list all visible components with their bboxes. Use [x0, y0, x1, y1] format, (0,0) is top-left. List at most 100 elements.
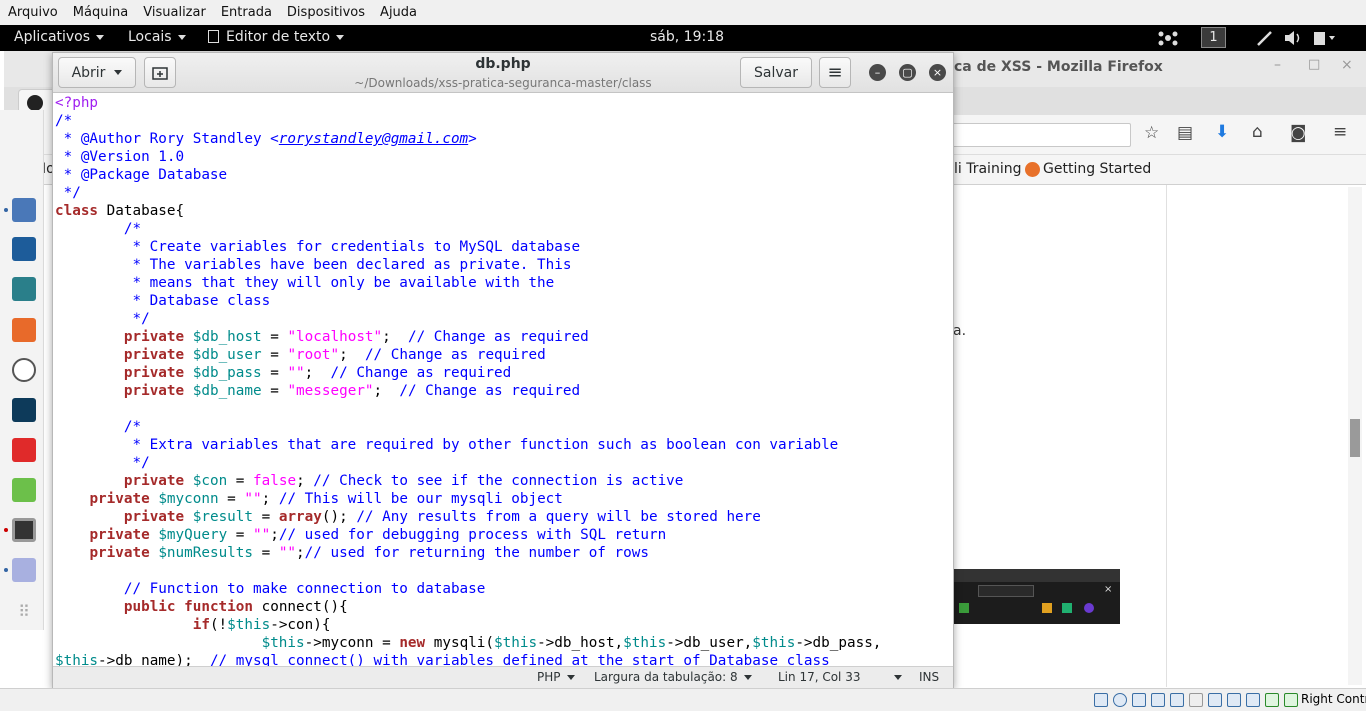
new-document-icon	[152, 66, 168, 80]
document-title: db.php	[475, 56, 531, 72]
show-apps-icon[interactable]: ⠿	[12, 600, 36, 624]
code-line: if(!$this->con){	[192, 617, 331, 633]
clock[interactable]: sáb, 19:18	[650, 29, 724, 45]
chevron-down-icon	[114, 70, 123, 75]
storage-icon[interactable]	[1094, 693, 1108, 707]
github-icon	[27, 95, 43, 111]
audio-icon[interactable]	[1132, 693, 1146, 707]
preview-thumbnail: ×	[954, 569, 1120, 624]
app-menu[interactable]: Editor de texto	[208, 29, 345, 45]
code-line: $this->myconn = new mysqli($this->db_hos…	[261, 635, 882, 651]
hamburger-menu-button[interactable]: ≡	[819, 57, 851, 88]
host-menu-arquivo[interactable]: Arquivo	[8, 5, 58, 20]
maximize-icon[interactable]: ▢	[899, 64, 916, 81]
host-menu-visualizar[interactable]: Visualizar	[143, 5, 206, 20]
content-divider	[1166, 185, 1167, 687]
gedit-icon[interactable]	[12, 558, 36, 582]
metasploit-icon[interactable]	[12, 237, 36, 261]
host-key-label: Right Control	[1301, 692, 1366, 706]
running-indicator	[4, 568, 8, 572]
virtualization-icon[interactable]	[1265, 693, 1279, 707]
pen-icon[interactable]	[1256, 29, 1274, 51]
video-capture-icon[interactable]	[1227, 693, 1241, 707]
network-adapter-icon[interactable]	[1151, 693, 1165, 707]
code-line: <?php	[55, 94, 951, 112]
language-selector[interactable]: PHP	[537, 670, 575, 684]
code-line: public function connect(){	[123, 599, 348, 615]
open-button[interactable]: Abrir	[58, 57, 136, 88]
files-icon[interactable]	[12, 198, 36, 222]
code-editor[interactable]: <?php /* * @Author Rory Standley <roryst…	[55, 94, 951, 666]
gedit-headerbar: Abrir db.php ~/Downloads/xss-pratica-seg…	[53, 53, 953, 93]
volume-icon[interactable]	[1283, 29, 1303, 51]
mouse-integration-icon[interactable]	[1284, 693, 1298, 707]
code-line: * Extra variables that are required by o…	[55, 437, 839, 453]
cursor-position[interactable]: Lin 17, Col 33	[778, 670, 903, 684]
tab-width-selector[interactable]: Largura da tabulação: 8	[594, 670, 752, 684]
download-icon[interactable]: ⬇	[1215, 122, 1229, 142]
firefox-icon	[1025, 162, 1040, 177]
firefox-scrollbar[interactable]	[1348, 187, 1362, 685]
display-icon[interactable]	[1208, 693, 1222, 707]
firefox-window-title: ca de XSS - Mozilla Firefox	[954, 59, 1163, 75]
open-label: Abrir	[71, 64, 106, 81]
faraday-icon[interactable]	[12, 438, 36, 462]
app-menu-label: Editor de texto	[226, 29, 331, 45]
save-button[interactable]: Salvar	[740, 57, 812, 88]
places-menu[interactable]: Locais	[128, 29, 186, 45]
armitage-icon[interactable]	[12, 277, 36, 301]
shared-folder-icon[interactable]	[1189, 693, 1203, 707]
host-menu-dispositivos[interactable]: Dispositivos	[287, 5, 365, 20]
pocket-icon[interactable]: ◙	[1290, 123, 1307, 143]
email-link[interactable]: rorystandley@gmail.com	[279, 131, 468, 147]
applications-menu[interactable]: Aplicativos	[14, 29, 105, 45]
usb-icon[interactable]	[1170, 693, 1184, 707]
close-icon[interactable]: ×	[929, 64, 946, 81]
new-tab-button[interactable]	[144, 57, 176, 88]
code-line: */	[55, 311, 150, 327]
code-line: */	[55, 455, 150, 471]
scrollbar-thumb[interactable]	[1350, 419, 1360, 457]
minimize-icon[interactable]: –	[869, 64, 886, 81]
gedit-window: Abrir db.php ~/Downloads/xss-pratica-seg…	[52, 52, 954, 688]
code-token: class	[55, 203, 99, 219]
hamburger-menu-icon[interactable]: ≡	[1333, 122, 1347, 142]
maximize-icon[interactable]: □	[1308, 57, 1320, 72]
bookmark-getting-started[interactable]: Getting Started	[1043, 161, 1151, 177]
minimize-icon[interactable]: –	[1274, 57, 1281, 73]
code-token: >	[468, 131, 477, 147]
host-menu-entrada[interactable]: Entrada	[221, 5, 272, 20]
reading-list-icon[interactable]: ▤	[1177, 123, 1193, 143]
maltego-icon[interactable]	[12, 358, 36, 382]
url-bar[interactable]	[950, 123, 1131, 147]
running-indicator	[4, 528, 8, 532]
optical-drive-icon[interactable]	[1113, 693, 1127, 707]
beef-icon[interactable]	[12, 398, 36, 422]
star-icon[interactable]: ☆	[1144, 123, 1159, 143]
thumbnail-icon	[1042, 603, 1052, 613]
code-line: private $result = array(); // Any result…	[123, 509, 761, 525]
chevron-down-icon	[894, 675, 903, 680]
cpu-icon[interactable]	[1246, 693, 1260, 707]
thumbnail-tab	[978, 585, 1034, 597]
bookmark-training[interactable]: li Training	[954, 161, 1021, 177]
recordmydesktop-icon[interactable]	[12, 518, 36, 542]
burpsuite-icon[interactable]	[12, 318, 36, 342]
code-line: * @Package Database	[55, 167, 228, 183]
home-icon[interactable]: ⌂	[1252, 122, 1263, 142]
network-icon[interactable]	[1158, 30, 1178, 50]
chevron-down-icon	[336, 34, 345, 40]
code-line: // Function to make connection to databa…	[55, 581, 486, 597]
cursor-position-label: Lin 17, Col 33	[778, 670, 861, 684]
host-menu-bar: Arquivo Máquina Visualizar Entrada Dispo…	[0, 0, 1366, 25]
leafpad-icon[interactable]	[12, 478, 36, 502]
host-menu-maquina[interactable]: Máquina	[73, 5, 129, 20]
code-line: $this->db_name); // mysql_connect() with…	[55, 653, 830, 666]
close-icon[interactable]: ×	[1341, 57, 1353, 73]
host-menu-ajuda[interactable]: Ajuda	[380, 5, 417, 20]
power-icon[interactable]	[1311, 28, 1337, 52]
thumbnail-icon	[1062, 603, 1072, 613]
code-line: /*	[55, 221, 142, 237]
workspace-indicator[interactable]: 1	[1201, 27, 1226, 48]
